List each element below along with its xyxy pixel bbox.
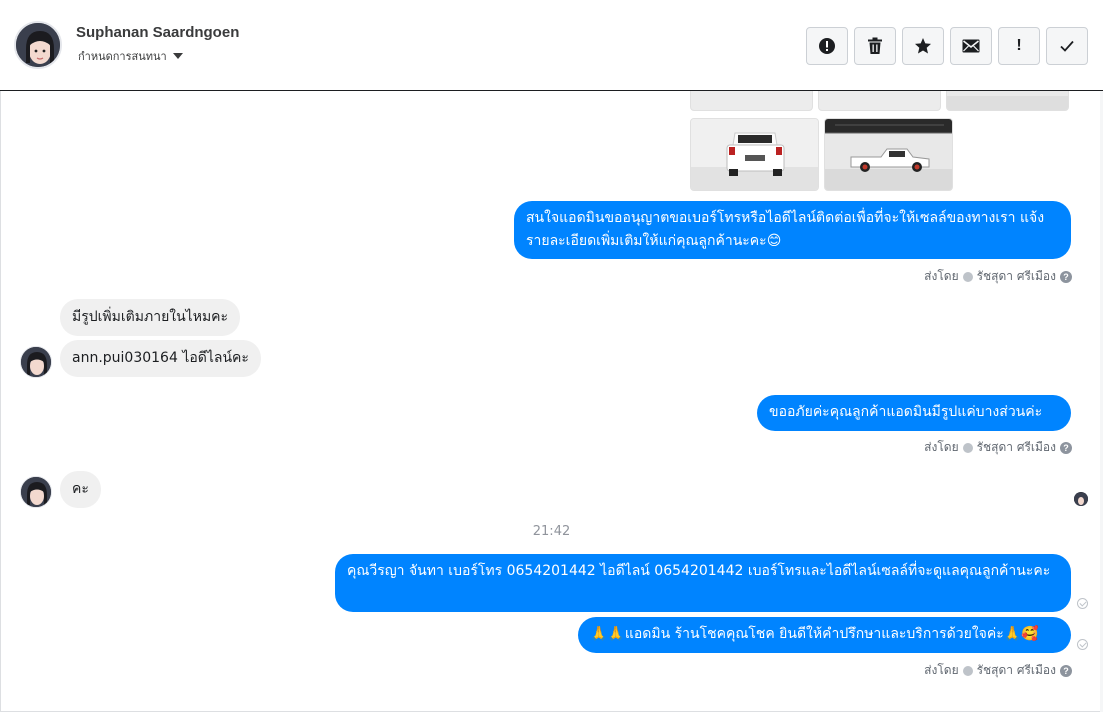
sent-by-agent[interactable]: รัชสุดา ศรีเมือง (977, 438, 1056, 457)
sent-by-info: ส่งโดย รัชสุดา ศรีเมือง ? (924, 267, 1072, 286)
outgoing-message[interactable]: คุณวีรญา จันทา เบอร์โทร 0654201442 ไอดีไ… (335, 554, 1071, 612)
incoming-message[interactable]: ann.pui030164 ไอดีไลน์คะ (60, 340, 261, 377)
contact-avatar-small[interactable] (20, 346, 52, 378)
mark-important-button[interactable]: ! (998, 27, 1040, 65)
outgoing-message[interactable]: สนใจแอดมินขออนุญาตขอเบอร์โทรหรือไอดีไลน์… (514, 201, 1071, 259)
message-thread[interactable]: สนใจแอดมินขออนุญาตขอเบอร์โทรหรือไอดีไลน์… (0, 91, 1103, 712)
conversation-toolbar: ! (806, 27, 1088, 65)
mark-unread-button[interactable] (950, 27, 992, 65)
trash-icon (868, 37, 882, 54)
time-separator: 21:42 (532, 524, 571, 539)
sent-by-info: ส่งโดย รัชสุดา ศรีเมือง ? (924, 661, 1072, 680)
star-icon (915, 38, 931, 54)
mark-done-button[interactable] (1046, 27, 1088, 65)
incoming-message[interactable]: มีรูปเพิ่มเติมภายในไหมคะ (60, 299, 241, 336)
sent-by-agent[interactable]: รัชสุดา ศรีเมือง (977, 661, 1056, 680)
sent-by-label: ส่งโดย (924, 269, 959, 283)
exclamation-circle-icon (819, 38, 835, 54)
help-icon[interactable]: ? (1060, 270, 1072, 283)
exclamation-icon: ! (1016, 37, 1022, 54)
verified-icon (962, 442, 973, 453)
delivered-icon (1077, 639, 1088, 650)
sent-by-label: ส่งโดย (924, 440, 959, 454)
contact-avatar-small[interactable] (20, 476, 52, 508)
car-photo-attachment[interactable] (818, 91, 941, 111)
car-photo-attachment[interactable] (690, 91, 813, 111)
contact-name: Suphanan Saardngoen (76, 24, 240, 41)
car-photo-attachment[interactable] (946, 91, 1069, 111)
contact-avatar[interactable] (14, 21, 62, 69)
car-photo-attachment[interactable] (824, 118, 953, 191)
envelope-icon (962, 39, 980, 53)
mark-spam-button[interactable] (806, 27, 848, 65)
caret-down-icon (172, 53, 183, 59)
verified-icon (962, 665, 973, 676)
sent-by-agent[interactable]: รัชสุดา ศรีเมือง (977, 267, 1056, 286)
assign-label: กำหนดการสนทนา (78, 50, 167, 63)
delete-button[interactable] (854, 27, 896, 65)
conversation-header: Suphanan Saardngoen กำหนดการสนทนา ! (0, 0, 1103, 91)
outgoing-message[interactable]: ขออภัยค่ะคุณลูกค้าแอดมินมีรูปแค่บางส่วนค… (757, 395, 1071, 431)
outgoing-message[interactable]: 🙏🙏แอดมิน ร้านโชคคุณโชค ยินดีให้คำปรึกษาแ… (578, 617, 1071, 653)
sent-by-info: ส่งโดย รัชสุดา ศรีเมือง ? (924, 438, 1072, 457)
seen-by-avatar (1074, 492, 1088, 506)
verified-icon (962, 271, 973, 282)
help-icon[interactable]: ? (1060, 664, 1072, 677)
checkmark-icon (1060, 40, 1074, 52)
conversation-assign-dropdown[interactable]: กำหนดการสนทนา (78, 47, 183, 65)
incoming-message[interactable]: คะ (60, 471, 101, 508)
delivered-icon (1077, 598, 1088, 609)
follow-up-button[interactable] (902, 27, 944, 65)
sent-by-label: ส่งโดย (924, 663, 959, 677)
help-icon[interactable]: ? (1060, 441, 1072, 454)
car-photo-attachment[interactable] (690, 118, 819, 191)
